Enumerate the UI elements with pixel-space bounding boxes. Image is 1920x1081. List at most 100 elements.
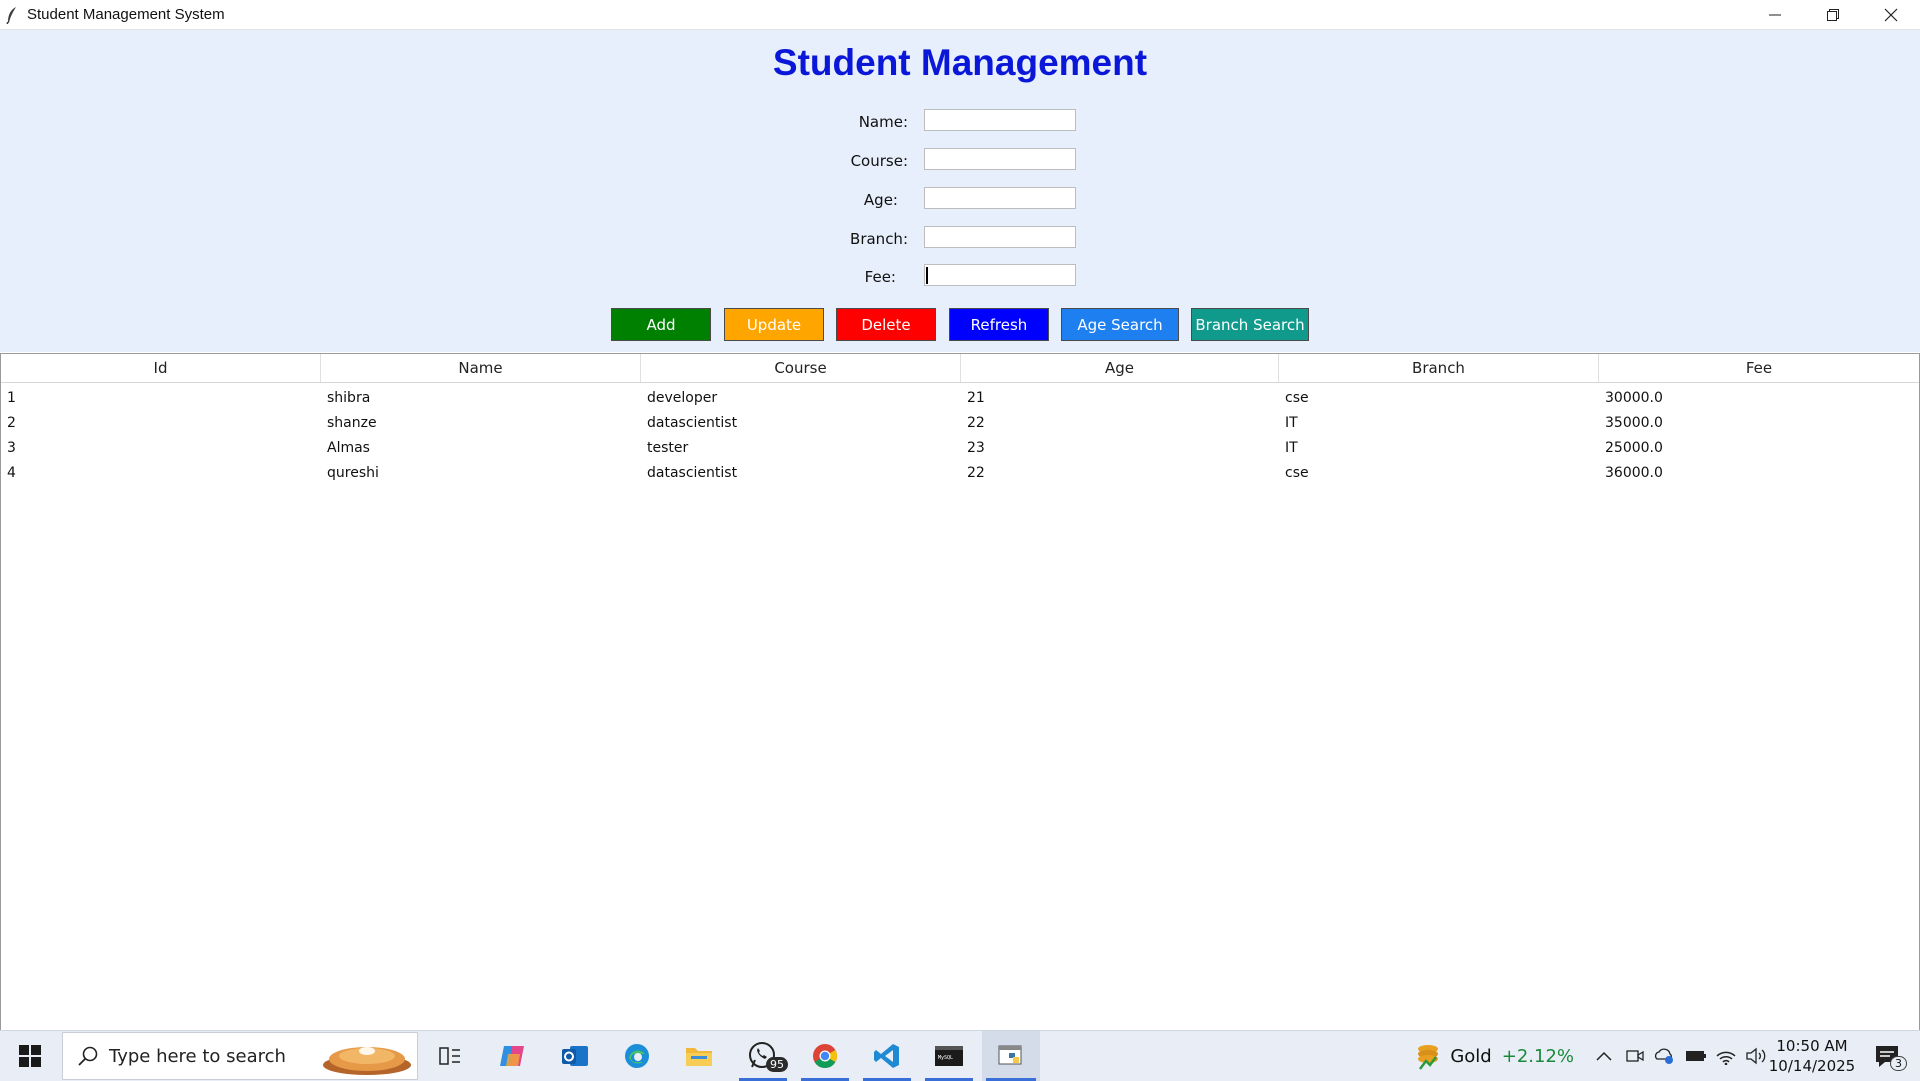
file-explorer-icon: [686, 1048, 712, 1066]
text-cursor: [926, 267, 928, 284]
delete-button[interactable]: Delete: [836, 308, 936, 341]
form-row-branch: Branch:: [0, 226, 1920, 252]
restore-icon: [1827, 8, 1839, 21]
whatsapp-button[interactable]: 95: [736, 1031, 790, 1081]
cell-name: shibra: [327, 389, 371, 406]
battery-icon: [1686, 1051, 1706, 1061]
cell-fee: 30000.0: [1605, 389, 1663, 406]
minimize-button[interactable]: [1746, 0, 1804, 29]
start-button[interactable]: [0, 1031, 60, 1081]
copilot-button[interactable]: [488, 1031, 538, 1081]
wifi-button[interactable]: [1712, 1031, 1740, 1081]
taskbar: Type here to search 95 MySQL Gold +2.12%…: [0, 1030, 1920, 1081]
table-row[interactable]: 2 shanze datascientist 22 IT 35000.0: [1, 410, 1919, 435]
age-search-button[interactable]: Age Search: [1061, 308, 1179, 341]
edge-icon: [625, 1044, 649, 1068]
cell-age: 22: [967, 414, 985, 431]
table-row[interactable]: 4 qureshi datascientist 22 cse 36000.0: [1, 460, 1919, 485]
camera-icon: [1626, 1050, 1644, 1062]
chevron-up-icon: [1596, 1051, 1612, 1061]
name-label: Name:: [858, 113, 908, 131]
form-row-age: Age:: [0, 187, 1920, 213]
course-label: Course:: [850, 152, 908, 170]
vscode-button[interactable]: [860, 1031, 914, 1081]
column-header-id[interactable]: Id: [1, 354, 321, 382]
edge-button[interactable]: [612, 1031, 662, 1081]
mysql-terminal-icon: MySQL: [935, 1046, 963, 1066]
column-header-fee[interactable]: Fee: [1599, 354, 1919, 382]
widget-change: +2.12%: [1501, 1045, 1574, 1067]
clock-date: 10/14/2025: [1768, 1057, 1856, 1075]
cell-id: 3: [7, 439, 16, 456]
cell-age: 21: [967, 389, 985, 406]
cell-branch: IT: [1285, 414, 1298, 431]
meet-now-button[interactable]: [1622, 1031, 1648, 1081]
add-button[interactable]: Add: [611, 308, 711, 341]
task-view-icon: [439, 1047, 460, 1065]
age-input[interactable]: [924, 187, 1076, 209]
pie-illustration-icon: [323, 1047, 411, 1075]
python-app-button[interactable]: [982, 1031, 1040, 1081]
show-hidden-icons-button[interactable]: [1590, 1031, 1618, 1081]
task-view-button[interactable]: [425, 1031, 475, 1081]
cell-id: 1: [7, 389, 16, 406]
cell-course: developer: [647, 389, 718, 406]
widget-label: Gold: [1450, 1045, 1492, 1067]
mysql-terminal-button[interactable]: MySQL: [922, 1031, 976, 1081]
cell-name: shanze: [327, 414, 377, 431]
onedrive-button[interactable]: [1650, 1031, 1678, 1081]
course-input[interactable]: [924, 148, 1076, 170]
table-row[interactable]: 3 Almas tester 23 IT 25000.0: [1, 435, 1919, 460]
age-label: Age:: [863, 191, 898, 209]
cell-course: datascientist: [647, 464, 738, 481]
table-row[interactable]: 1 shibra developer 21 cse 30000.0: [1, 385, 1919, 410]
branch-input[interactable]: [924, 226, 1076, 248]
cell-id: 2: [7, 414, 16, 431]
onedrive-sync-icon: [1654, 1048, 1673, 1064]
form-row-fee: Fee:: [0, 264, 1920, 290]
refresh-button[interactable]: Refresh: [949, 308, 1049, 341]
cell-fee: 35000.0: [1605, 414, 1663, 431]
cell-name: Almas: [327, 439, 370, 456]
search-icon: [78, 1046, 98, 1066]
wifi-icon: [1716, 1051, 1736, 1065]
fee-input[interactable]: [924, 264, 1076, 286]
column-header-branch[interactable]: Branch: [1279, 354, 1599, 382]
clock[interactable]: 10:50 AM 10/14/2025: [1768, 1031, 1856, 1081]
gold-widget[interactable]: Gold +2.12%: [1414, 1031, 1574, 1081]
close-button[interactable]: [1862, 0, 1920, 29]
students-table[interactable]: Id Name Course Age Branch Fee 1 shibra d…: [0, 353, 1920, 1031]
restore-button[interactable]: [1804, 0, 1862, 29]
table-body: 1 shibra developer 21 cse 30000.0 2 shan…: [1, 385, 1919, 485]
update-button[interactable]: Update: [724, 308, 824, 341]
name-input[interactable]: [924, 109, 1076, 131]
branch-search-button[interactable]: Branch Search: [1191, 308, 1309, 341]
cell-course: datascientist: [647, 414, 738, 431]
cell-name: qureshi: [327, 464, 379, 481]
column-header-course[interactable]: Course: [641, 354, 961, 382]
form-row-name: Name:: [0, 109, 1920, 135]
search-placeholder: Type here to search: [109, 1046, 286, 1067]
cell-branch: cse: [1285, 464, 1309, 481]
form-panel: Student Management Name: Course: Age: Br…: [0, 30, 1920, 352]
volume-button[interactable]: [1742, 1031, 1770, 1081]
branch-label: Branch:: [850, 230, 908, 248]
window-title: Student Management System: [27, 6, 225, 23]
fee-label: Fee:: [864, 268, 896, 286]
cell-course: tester: [647, 439, 689, 456]
notifications-button[interactable]: 3: [1862, 1031, 1912, 1081]
minimize-icon: [1769, 14, 1781, 15]
column-header-age[interactable]: Age: [961, 354, 1279, 382]
file-explorer-button[interactable]: [674, 1031, 724, 1081]
close-icon: [1884, 8, 1898, 21]
battery-button[interactable]: [1682, 1031, 1710, 1081]
column-header-name[interactable]: Name: [321, 354, 641, 382]
taskbar-search-box[interactable]: Type here to search: [62, 1032, 418, 1080]
python-app-icon: [998, 1045, 1022, 1065]
chrome-button[interactable]: [798, 1031, 852, 1081]
outlook-button[interactable]: [550, 1031, 600, 1081]
chrome-icon: [813, 1044, 838, 1069]
svg-text:MySQL: MySQL: [938, 1055, 953, 1061]
vscode-icon: [874, 1044, 899, 1068]
cell-fee: 36000.0: [1605, 464, 1663, 481]
